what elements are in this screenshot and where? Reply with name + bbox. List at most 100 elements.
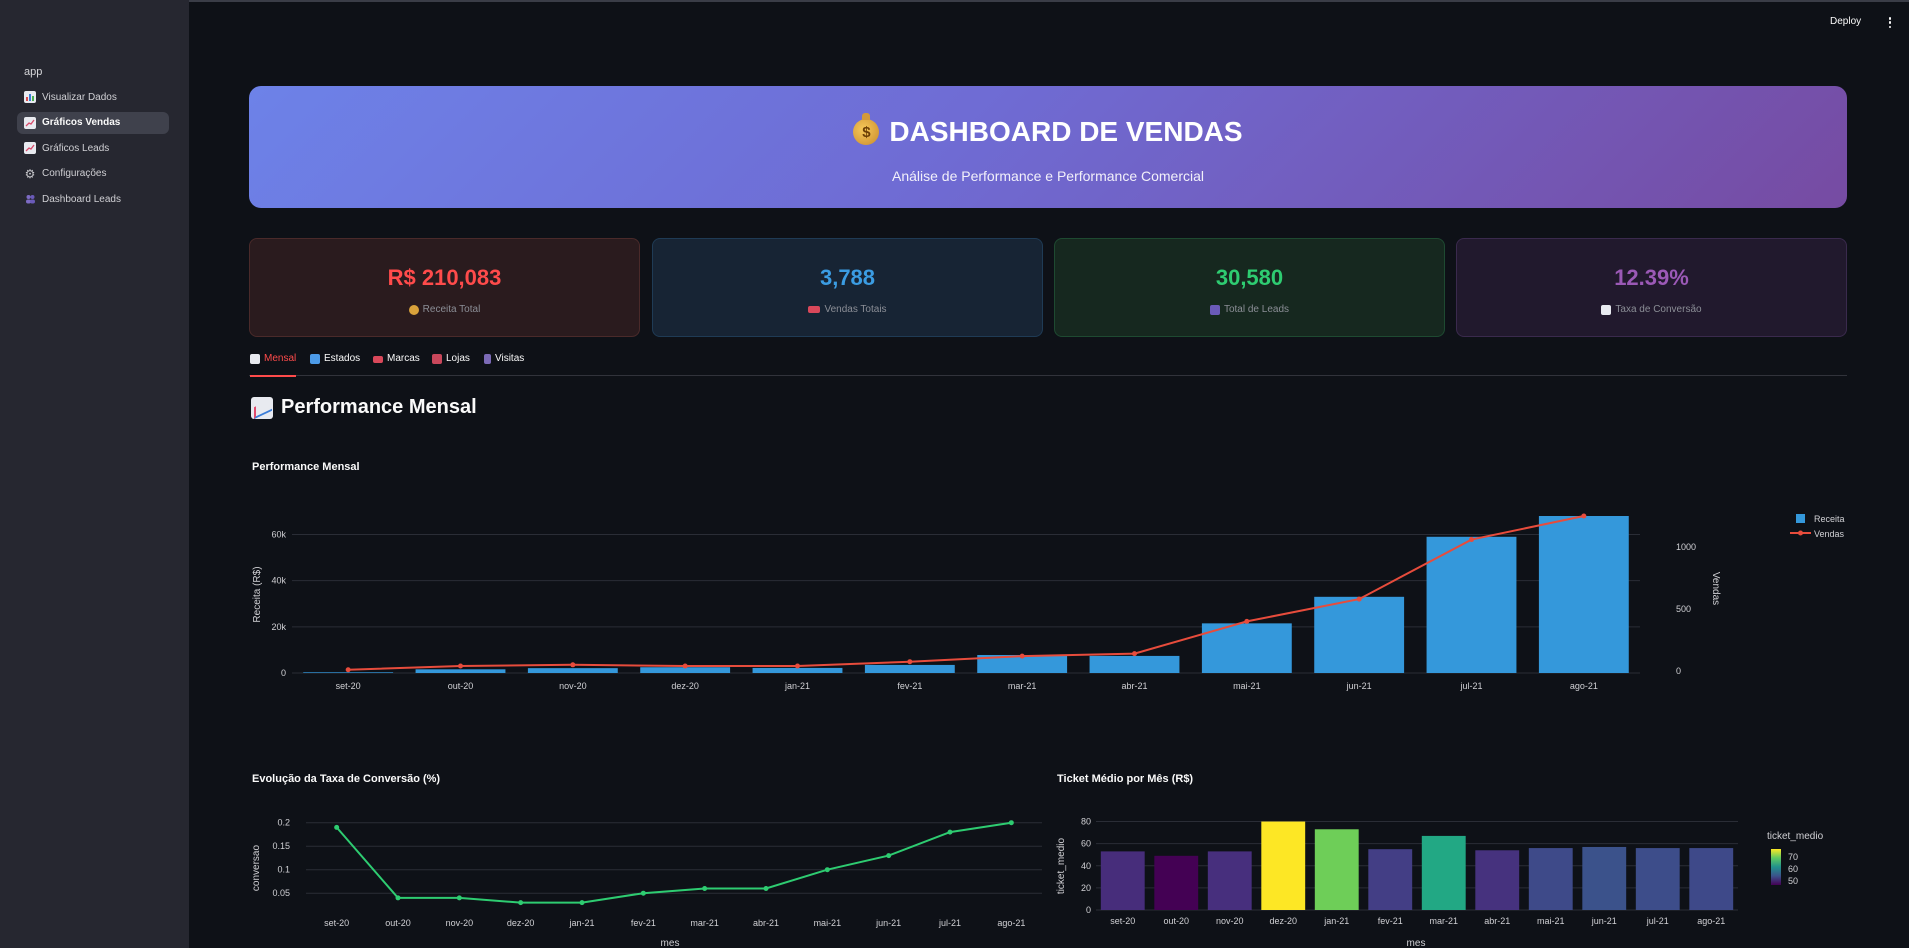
store-icon <box>432 354 442 364</box>
point-vendas <box>1132 651 1137 657</box>
point-conversao <box>395 895 401 901</box>
x-tick-label: set-20 <box>336 681 361 691</box>
bar-ticket-medio <box>1261 821 1306 910</box>
y-tick-label: 20k <box>271 622 286 632</box>
sidebar-item-label: Gráficos Leads <box>42 142 110 154</box>
x-tick-label: jun-21 <box>875 918 901 928</box>
kpi-label: Receita Total <box>250 304 639 315</box>
tab-visitas[interactable]: Visitas <box>484 351 524 376</box>
y-tick-label: 0 <box>1086 905 1091 915</box>
y-tick-label: 60k <box>271 529 286 539</box>
section-title-text: Performance Mensal <box>281 396 477 418</box>
y-axis-title: Receita (R$) <box>252 566 263 622</box>
people-icon <box>1209 304 1220 315</box>
x-tick-label: jul-21 <box>938 918 961 928</box>
sidebar-item-configuracoes[interactable]: ⚙ Configurações <box>17 163 169 185</box>
x-tick-label: ago-21 <box>1570 681 1598 691</box>
point-vendas <box>1581 513 1587 519</box>
x-tick-label: jan-21 <box>784 681 810 691</box>
y-tick-label: 40k <box>271 576 286 586</box>
point-conversao <box>886 853 892 859</box>
point-vendas <box>907 659 913 665</box>
colorbar <box>1771 849 1781 885</box>
y-tick-label: 80 <box>1081 817 1091 827</box>
tab-label: Lojas <box>446 353 470 364</box>
x-tick-label: nov-20 <box>446 918 474 928</box>
sidebar-item-visualizar-dados[interactable]: Visualizar Dados <box>17 86 169 108</box>
sidebar-item-graficos-vendas[interactable]: Gráficos Vendas <box>17 111 169 134</box>
phone-icon <box>484 354 491 364</box>
hero-title: $ DASHBOARD DE VENDAS <box>249 113 1847 148</box>
window-top-border <box>0 0 1909 2</box>
tab-mensal[interactable]: Mensal <box>250 351 297 377</box>
x-tick-label: mai-21 <box>1233 681 1261 691</box>
x-tick-label: fev-21 <box>897 681 922 691</box>
x-axis-title: mes <box>1407 938 1426 948</box>
kpi-label: Vendas Totais <box>653 304 1042 315</box>
x-tick-label: dez-20 <box>671 681 699 691</box>
line-chart-icon <box>251 396 273 419</box>
point-conversao <box>456 895 462 901</box>
point-conversao <box>1008 820 1014 826</box>
sidebar-app-label: app <box>24 66 43 78</box>
kpi-label-text: Taxa de Conversão <box>1615 304 1702 315</box>
y-tick-label: 0.15 <box>272 841 290 851</box>
x-tick-label: jan-21 <box>568 918 594 928</box>
bar-receita <box>415 669 506 673</box>
bar-receita <box>1426 536 1517 673</box>
point-conversao <box>640 890 646 896</box>
x-tick-label: nov-20 <box>1216 916 1244 926</box>
x-tick-label: abr-21 <box>753 918 779 928</box>
deploy-button[interactable]: Deploy <box>1830 16 1861 27</box>
kpi-label: Total de Leads <box>1055 304 1444 315</box>
bar-ticket-medio <box>1368 849 1413 910</box>
point-vendas <box>345 667 351 673</box>
sidebar-item-label: Gráficos Vendas <box>42 117 121 128</box>
kpi-card-receita: R$ 210,083 Receita Total <box>249 238 640 337</box>
point-conversao <box>824 867 830 873</box>
y-tick-label: 60 <box>1081 839 1091 849</box>
point-vendas <box>458 663 463 669</box>
x-tick-label: ago-21 <box>997 918 1025 928</box>
bar-receita <box>527 668 618 673</box>
tab-lojas[interactable]: Lojas <box>432 351 470 376</box>
x-tick-label: ago-21 <box>1697 916 1725 926</box>
bar-chart-icon <box>24 91 36 103</box>
x-tick-label: jul-21 <box>1459 681 1482 691</box>
kpi-value: 12.39% <box>1614 265 1689 290</box>
sidebar-item-graficos-leads[interactable]: Gráficos Leads <box>17 137 169 159</box>
money-bag-icon: $ <box>853 113 880 145</box>
line-vendas <box>348 515 1585 671</box>
bar-receita <box>640 667 731 673</box>
bar-ticket-medio <box>1154 855 1199 910</box>
y2-tick-label: 1000 <box>1676 542 1696 552</box>
tab-marcas[interactable]: Marcas <box>373 351 420 376</box>
main-menu-icon[interactable] <box>1888 17 1892 28</box>
y-tick-label: 0.2 <box>277 818 290 828</box>
y-axis-title: ticket_medio <box>1056 837 1067 894</box>
x-axis-title: mes <box>661 938 680 948</box>
chart-title-performance-mensal: Performance Mensal <box>252 461 360 473</box>
x-tick-label: out-20 <box>385 918 411 928</box>
x-tick-label: abr-21 <box>1121 681 1147 691</box>
x-tick-label: mar-21 <box>1429 916 1458 926</box>
legend-swatch-receita <box>1796 514 1805 523</box>
kpi-label-text: Vendas Totais <box>824 304 887 315</box>
sidebar-item-dashboard-leads[interactable]: Dashboard Leads <box>17 188 169 210</box>
y2-tick-label: 500 <box>1676 604 1691 614</box>
x-tick-label: dez-20 <box>507 918 535 928</box>
bar-ticket-medio <box>1528 848 1573 910</box>
colorbar-title: ticket_medio <box>1767 831 1824 842</box>
map-icon <box>310 354 320 364</box>
x-tick-label: mar-21 <box>1008 681 1037 691</box>
tab-estados[interactable]: Estados <box>310 351 360 376</box>
chart-title-conversao: Evolução da Taxa de Conversão (%) <box>252 773 441 785</box>
kpi-row: R$ 210,083 Receita Total 3,788 Vendas To… <box>249 238 1847 337</box>
colorbar-tick-label: 70 <box>1788 852 1798 862</box>
bar-ticket-medio <box>1475 850 1520 910</box>
bar-ticket-medio <box>1635 848 1680 910</box>
bar-ticket-medio <box>1100 851 1145 910</box>
legend-swatch-vendas-marker <box>1798 530 1803 536</box>
sidebar-item-label: Visualizar Dados <box>42 91 117 103</box>
y-tick-label: 0 <box>281 668 286 678</box>
